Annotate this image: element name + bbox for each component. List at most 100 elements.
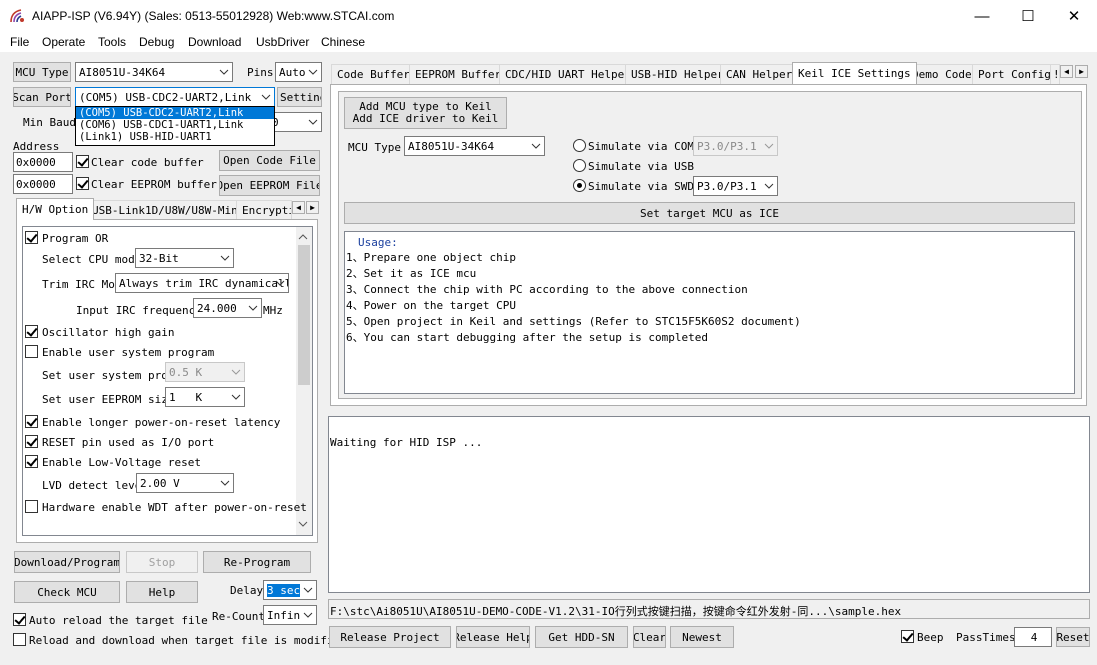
simulate-swd-select[interactable]: P3.0/P3.1 xyxy=(693,176,778,196)
hw-wdt-checkbox[interactable] xyxy=(25,500,38,513)
menu-file[interactable]: File xyxy=(10,35,29,49)
delay-value: 3 sec xyxy=(267,583,301,597)
pass-times-input[interactable]: 4 xyxy=(1014,627,1052,647)
usage-text-area[interactable]: Usage: 1、Prepare one object chip 2、Set i… xyxy=(344,231,1075,394)
user-sys-prog-label: Enable user system program xyxy=(42,346,215,359)
open-code-file-button[interactable]: Open Code File xyxy=(219,150,320,171)
scroll-thumb[interactable] xyxy=(298,245,310,385)
recount-select[interactable]: Infin xyxy=(263,605,317,625)
pins-select[interactable]: Auto xyxy=(275,62,322,82)
tab-cdc-hid-uart-helper[interactable]: CDC/HID UART Helper xyxy=(499,64,637,84)
open-eeprom-file-button[interactable]: Open EEPROM File xyxy=(219,175,320,196)
lvd-select[interactable]: 2.00 V xyxy=(136,473,234,493)
release-project-button[interactable]: Release Project xyxy=(329,626,451,648)
set-target-ice-button[interactable]: Set target MCU as ICE xyxy=(344,202,1075,224)
port-dropdown-list[interactable]: (COM5) USB-CDC2-UART2,Link (COM6) USB-CD… xyxy=(75,106,275,146)
irc-frequency-select[interactable]: 24.000 xyxy=(193,298,262,318)
tab-hw-option[interactable]: H/W Option xyxy=(16,198,95,220)
newest-button[interactable]: Newest xyxy=(670,626,734,648)
port-option[interactable]: (Link1) USB-HID-UART1 xyxy=(76,131,274,143)
mcu-type-select[interactable]: AI8051U-34K64 xyxy=(75,62,233,82)
tab-can-helper[interactable]: CAN Helper xyxy=(720,64,799,84)
hw-wdt-label: Hardware enable WDT after power-on-reset xyxy=(42,501,307,514)
add-mcu-to-keil-button[interactable]: Add MCU type to Keil Add ICE driver to K… xyxy=(344,97,507,129)
eeprom-address-input[interactable]: 0x0000 xyxy=(13,174,73,194)
menu-tools[interactable]: Tools xyxy=(98,35,126,49)
tab-keil-ice-settings[interactable]: Keil ICE Settings xyxy=(792,62,917,84)
program-or-checkbox[interactable] xyxy=(25,231,38,244)
download-program-button[interactable]: Download/Program xyxy=(14,551,120,573)
tab-demo-code[interactable]: Demo Code xyxy=(906,64,978,84)
port-select[interactable]: (COM5) USB-CDC2-UART2,Link xyxy=(75,87,275,107)
log-output[interactable]: Waiting for HID ISP ... xyxy=(328,416,1090,593)
clear-code-checkbox[interactable] xyxy=(76,155,89,168)
port-value: (COM5) USB-CDC2-UART2,Link xyxy=(79,90,252,104)
scroll-up-icon[interactable] xyxy=(297,232,309,242)
chevron-down-icon xyxy=(531,143,541,149)
ice-mcu-type-select[interactable]: AI8051U-34K64 xyxy=(404,136,545,156)
simulate-swd-value: P3.0/P3.1 xyxy=(697,179,757,193)
menu-debug[interactable]: Debug xyxy=(139,35,174,49)
menu-chinese[interactable]: Chinese xyxy=(321,35,365,49)
reset-pin-io-checkbox[interactable] xyxy=(25,435,38,448)
help-button[interactable]: Help xyxy=(126,581,198,603)
clear-eeprom-checkbox[interactable] xyxy=(76,177,89,190)
simulate-com-select[interactable]: P3.0/P3.1 xyxy=(693,136,778,156)
beep-checkbox[interactable] xyxy=(901,630,914,643)
chevron-down-icon xyxy=(231,394,241,400)
stop-button[interactable]: Stop xyxy=(126,551,198,573)
auto-reload-checkbox[interactable] xyxy=(13,613,26,626)
check-mcu-button[interactable]: Check MCU xyxy=(14,581,120,603)
release-help-button[interactable]: Release Help xyxy=(456,626,530,648)
tab-scroll-right-icon[interactable]: ▶ xyxy=(306,201,319,214)
pins-label: Pins xyxy=(247,66,274,79)
tab-usb-link1d[interactable]: USB-Link1D/U8W/U8W-Mini xyxy=(86,200,251,220)
eeprom-size-select[interactable]: 1 K xyxy=(165,387,245,407)
tab-port-config[interactable]: Port Config xyxy=(972,64,1057,84)
tab-eeprom-buffer[interactable]: EEPROM Buffer xyxy=(409,64,508,84)
user-sys-prog-checkbox[interactable] xyxy=(25,345,38,358)
delay-select[interactable]: 3 sec xyxy=(263,580,317,600)
reload-modified-checkbox[interactable] xyxy=(13,633,26,646)
tab-scroll-left-icon[interactable]: ◀ xyxy=(1060,65,1073,78)
chevron-down-icon xyxy=(220,480,230,486)
ice-mcu-type-label: MCU Type xyxy=(348,141,401,154)
tab-scroll-right-icon[interactable]: ▶ xyxy=(1075,65,1088,78)
menu-usbdriver[interactable]: UsbDriver xyxy=(256,35,309,49)
tab-usb-hid-helper[interactable]: USB-HID Helper xyxy=(625,64,730,84)
chevron-down-icon xyxy=(248,305,258,311)
port-option[interactable]: (COM6) USB-CDC1-UART1,Link xyxy=(76,119,274,131)
simulate-swd-radio[interactable] xyxy=(573,179,586,192)
max-baud-select[interactable]: 0 xyxy=(268,112,322,132)
cpu-mode-select[interactable]: 32-Bit xyxy=(135,248,234,268)
longer-por-checkbox[interactable] xyxy=(25,415,38,428)
get-hdd-sn-button[interactable]: Get HDD-SN xyxy=(535,626,628,648)
minimize-button[interactable]: — xyxy=(959,0,1005,32)
tab-encryption[interactable]: Encrypti xyxy=(236,200,292,220)
setting-button[interactable]: Setting xyxy=(277,87,322,107)
scan-port-button[interactable]: Scan Port xyxy=(13,87,71,107)
port-option[interactable]: (COM5) USB-CDC2-UART2,Link xyxy=(76,107,274,119)
chevron-down-icon xyxy=(219,69,229,75)
code-address-input[interactable]: 0x0000 xyxy=(13,152,73,172)
maximize-button[interactable]: ☐ xyxy=(1005,0,1051,32)
mcu-type-button[interactable]: MCU Type xyxy=(13,62,71,82)
menu-download[interactable]: Download xyxy=(188,35,241,49)
simulate-usb-radio[interactable] xyxy=(573,159,586,172)
set-user-sys-select[interactable]: 0.5 K xyxy=(165,362,245,382)
menu-operate[interactable]: Operate xyxy=(42,35,85,49)
close-button[interactable]: ✕ xyxy=(1051,0,1097,32)
tab-overflow[interactable]: ! xyxy=(1050,64,1060,84)
osc-gain-checkbox[interactable] xyxy=(25,325,38,338)
scroll-down-icon[interactable] xyxy=(297,519,309,529)
low-voltage-reset-checkbox[interactable] xyxy=(25,455,38,468)
tab-code-buffer[interactable]: Code Buffer xyxy=(331,64,416,84)
re-program-button[interactable]: Re-Program xyxy=(203,551,311,573)
tab-scroll-left-icon[interactable]: ◀ xyxy=(292,201,305,214)
chevron-down-icon xyxy=(308,69,318,75)
reset-button[interactable]: Reset xyxy=(1056,627,1090,647)
simulate-com-radio[interactable] xyxy=(573,139,586,152)
clear-button[interactable]: Clear xyxy=(633,626,666,648)
irc-frequency-unit: MHz xyxy=(263,304,283,317)
trim-irc-select[interactable]: Always trim IRC dynamicall xyxy=(115,273,289,293)
